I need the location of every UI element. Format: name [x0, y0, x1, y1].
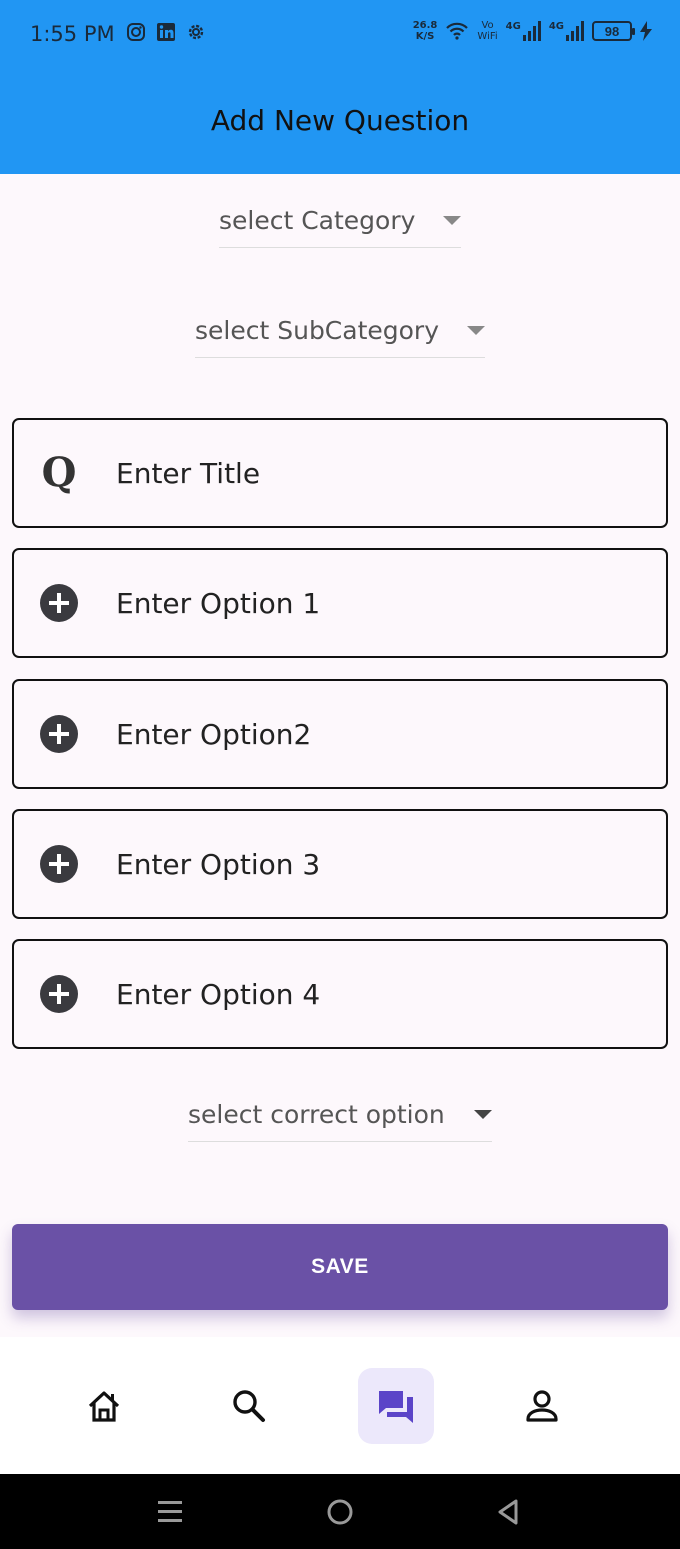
category-dropdown-label: select Category	[219, 206, 416, 235]
option-4-placeholder: Enter Option 4	[116, 977, 321, 1011]
subcategory-dropdown-label: select SubCategory	[195, 316, 440, 345]
option-1-placeholder: Enter Option 1	[116, 586, 321, 620]
signal-1-label: 4G	[505, 21, 521, 32]
bottom-navigation	[0, 1337, 680, 1474]
home-icon	[88, 1391, 120, 1422]
question-icon-glyph: Q	[41, 449, 77, 496]
question-icon: Q	[40, 449, 78, 496]
vowifi-top: Vo	[481, 20, 494, 31]
option-2-field[interactable]: Enter Option2	[12, 679, 668, 789]
status-right-icons: 26.8 K/S Vo WiFi 4G 4G 98	[413, 20, 652, 42]
search-icon	[233, 1390, 265, 1422]
home-circle-icon	[327, 1499, 353, 1525]
option-1-field[interactable]: Enter Option 1	[12, 548, 668, 658]
status-time: 1:55 PM	[30, 22, 115, 46]
recents-button[interactable]	[152, 1494, 188, 1530]
notification-icons	[126, 22, 206, 42]
home-system-button[interactable]	[322, 1494, 358, 1530]
wifi-icon	[446, 22, 469, 40]
status-bar: 1:55 PM 26.8 K/S Vo WiFi 4G 4G 98	[0, 0, 680, 68]
page-title: Add New Question	[210, 104, 470, 137]
add-circle-icon	[40, 845, 78, 883]
nav-search[interactable]	[211, 1368, 287, 1444]
option-3-field[interactable]: Enter Option 3	[12, 809, 668, 919]
vowifi-bottom: WiFi	[477, 31, 498, 42]
dropdown-arrow-icon	[474, 1110, 492, 1119]
back-triangle-icon	[498, 1499, 518, 1525]
add-circle-icon	[40, 715, 78, 753]
signal-1: 4G	[506, 21, 541, 41]
settings-gear-icon	[188, 24, 204, 40]
signal-2-label: 4G	[548, 21, 564, 32]
battery-indicator: 98	[592, 21, 635, 41]
nav-profile[interactable]	[504, 1368, 580, 1444]
dropdown-arrow-icon	[443, 216, 461, 225]
option-4-field[interactable]: Enter Option 4	[12, 939, 668, 1049]
net-speed: 26.8 K/S	[413, 20, 438, 42]
forum-icon	[379, 1391, 413, 1423]
correct-option-dropdown[interactable]: select correct option	[188, 1100, 492, 1142]
system-navigation-bar	[0, 1474, 680, 1549]
net-speed-unit: K/S	[415, 31, 435, 42]
title-field[interactable]: Q Enter Title	[12, 418, 668, 528]
app-bar: 1:55 PM 26.8 K/S Vo WiFi 4G 4G 98 Add Ne…	[0, 0, 680, 174]
instagram-icon	[127, 23, 145, 41]
signal-bars-icon	[566, 21, 584, 41]
net-speed-value: 26.8	[412, 20, 438, 31]
nav-home[interactable]	[66, 1368, 142, 1444]
save-button[interactable]: SAVE	[12, 1224, 668, 1310]
nav-forum[interactable]	[358, 1368, 434, 1444]
person-icon	[526, 1390, 558, 1422]
charging-bolt-icon	[640, 21, 652, 41]
subcategory-dropdown[interactable]: select SubCategory	[195, 316, 485, 358]
vowifi-indicator: Vo WiFi	[477, 20, 497, 42]
add-circle-icon	[40, 975, 78, 1013]
dropdown-arrow-icon	[467, 326, 485, 335]
back-button[interactable]	[490, 1494, 526, 1530]
option-2-placeholder: Enter Option2	[116, 717, 312, 751]
category-dropdown[interactable]: select Category	[219, 206, 461, 248]
correct-option-dropdown-label: select correct option	[188, 1100, 445, 1129]
option-3-placeholder: Enter Option 3	[116, 847, 321, 881]
linkedin-icon	[157, 23, 175, 41]
title-placeholder: Enter Title	[116, 456, 261, 490]
signal-2: 4G	[549, 21, 584, 41]
add-circle-icon	[40, 584, 78, 622]
menu-lines-icon	[158, 1501, 182, 1522]
signal-bars-icon	[522, 21, 541, 41]
